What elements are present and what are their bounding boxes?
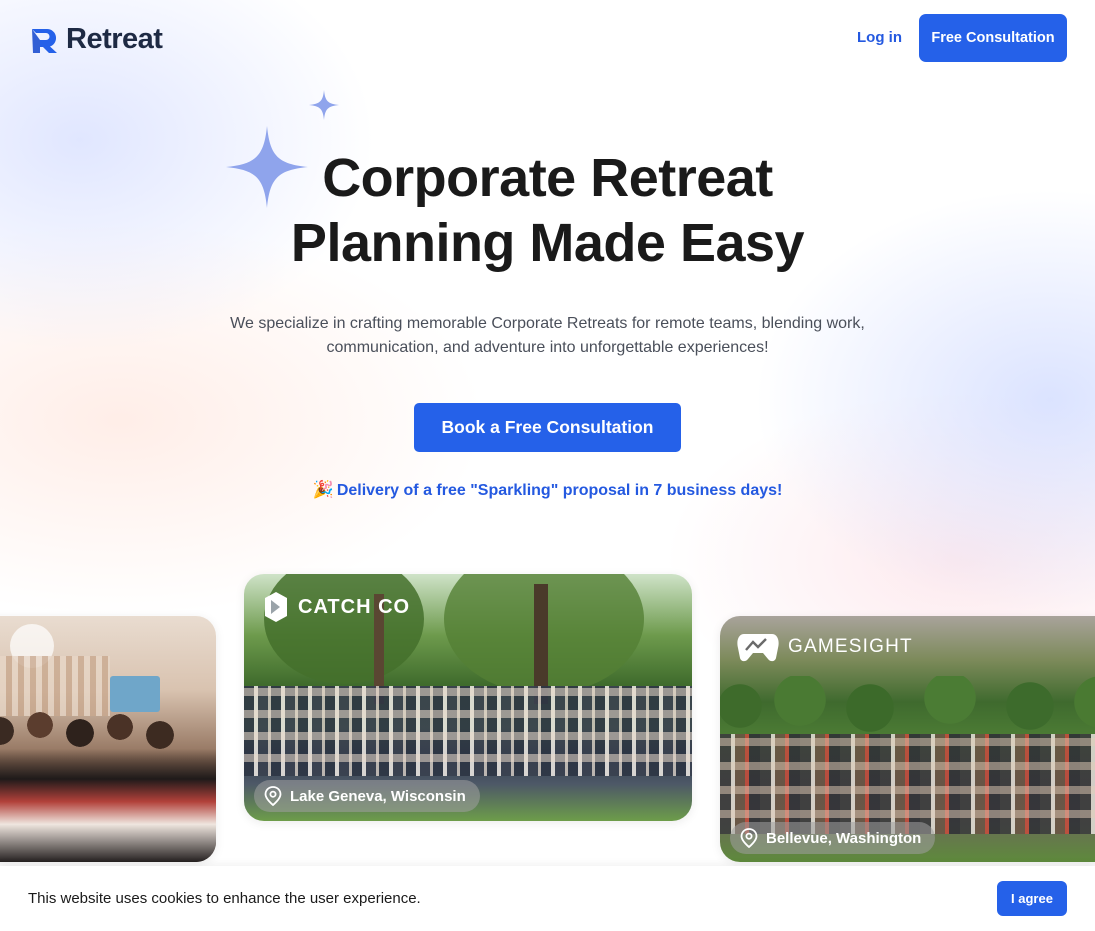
location-badge: Lake Geneva, Wisconsin bbox=[254, 780, 480, 812]
catchco-brand-name: CATCH CO bbox=[298, 595, 411, 618]
cookie-banner: This website uses cookies to enhance the… bbox=[0, 866, 1095, 931]
sparkle-icon bbox=[309, 90, 339, 120]
gamesight-brand: GAMESIGHT bbox=[736, 632, 913, 662]
catchco-logo-icon bbox=[265, 592, 287, 622]
brand-logo[interactable]: Retreat bbox=[30, 23, 163, 56]
gamesight-brand-name: GAMESIGHT bbox=[788, 636, 913, 657]
book-consultation-button[interactable]: Book a Free Consultation bbox=[414, 403, 681, 452]
location-pin-icon bbox=[740, 828, 758, 848]
location-label: Lake Geneva, Wisconsin bbox=[290, 787, 466, 805]
location-pin-icon bbox=[264, 786, 282, 806]
promo-message: 🎉 Delivery of a free "Sparkling" proposal… bbox=[0, 480, 1095, 500]
retreat-logo-icon bbox=[32, 28, 57, 53]
location-badge: Bellevue, Washington bbox=[730, 822, 936, 854]
promo-text: Delivery of a free "Sparkling" proposal … bbox=[336, 482, 783, 499]
cookie-message: This website uses cookies to enhance the… bbox=[28, 890, 421, 907]
hero-subtitle: We specialize in crafting memorable Corp… bbox=[230, 315, 865, 356]
hero-title-line2: Planning Made Easy bbox=[290, 213, 805, 273]
hero-title: Corporate Retreat Planning Made Easy bbox=[0, 146, 1095, 276]
cookie-agree-button[interactable]: I agree bbox=[997, 881, 1067, 916]
hero-title-line1: Corporate Retreat bbox=[322, 148, 773, 208]
party-popper-icon: 🎉 bbox=[312, 480, 334, 499]
retreat-photo-card[interactable]: GAMESIGHT Bellevue, Washington bbox=[720, 616, 1095, 862]
retreat-photo-card[interactable] bbox=[0, 616, 216, 862]
login-link[interactable]: Log in bbox=[857, 29, 902, 46]
brand-name: Retreat bbox=[66, 23, 163, 55]
gamesight-logo-icon bbox=[737, 634, 779, 662]
site-header: Retreat Log in Free Consultation bbox=[0, 0, 1095, 76]
retreat-photo-card[interactable]: CATCH CO Lake Geneva, Wisconsin bbox=[244, 574, 692, 821]
free-consultation-button[interactable]: Free Consultation bbox=[919, 14, 1067, 62]
catchco-brand: CATCH CO bbox=[262, 592, 410, 622]
team-photo bbox=[0, 616, 216, 862]
location-label: Bellevue, Washington bbox=[766, 829, 922, 847]
